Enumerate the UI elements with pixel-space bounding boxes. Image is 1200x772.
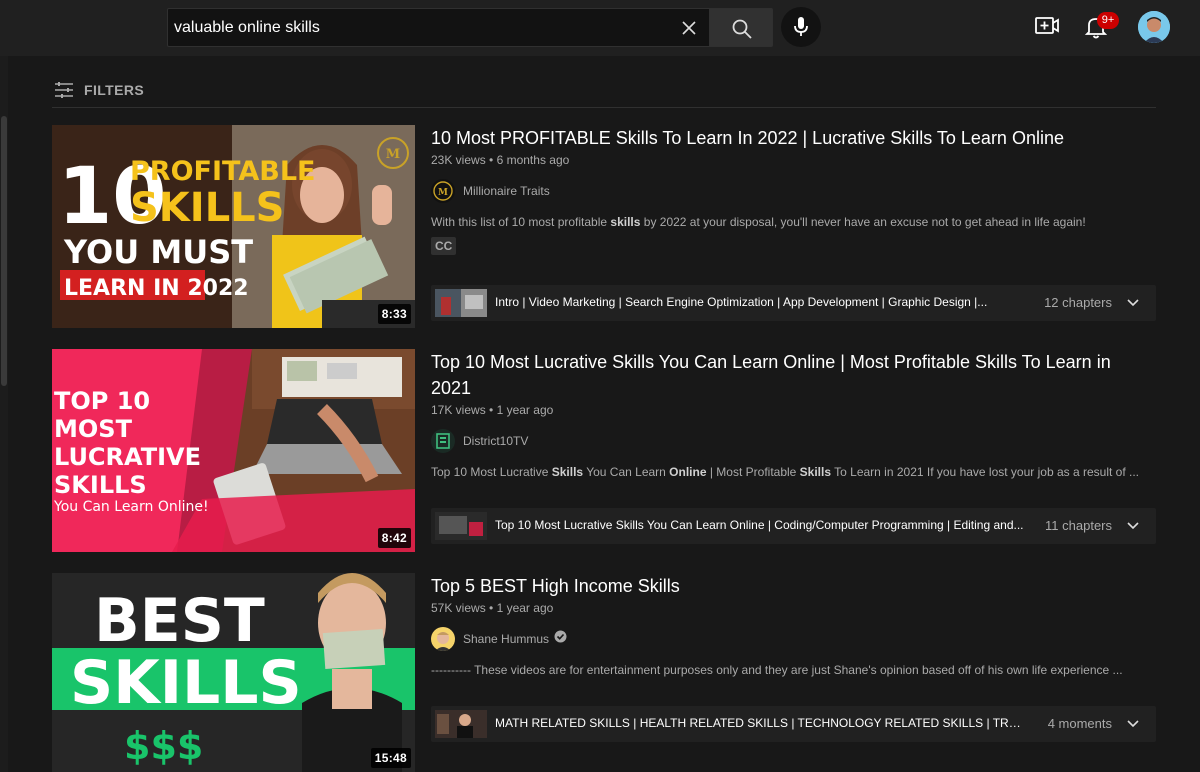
video-title[interactable]: Top 10 Most Lucrative Skills You Can Lea… (431, 349, 1111, 401)
channel-avatar[interactable] (431, 429, 455, 453)
video-info: Top 10 Most Lucrative Skills You Can Lea… (431, 349, 1156, 544)
thumbnail-text-line5: You Can Learn Online! (53, 499, 209, 515)
chevron-down-icon[interactable] (1126, 519, 1140, 538)
video-description: Top 10 Most Lucrative Skills You Can Lea… (431, 465, 1156, 479)
chapters-text: Top 10 Most Lucrative Skills You Can Lea… (495, 518, 1024, 532)
channel-name[interactable]: Millionaire Traits (463, 184, 550, 198)
create-video-icon[interactable] (1034, 15, 1060, 42)
chapters-count: 12 chapters (1044, 295, 1112, 310)
description-keyword: Online (669, 465, 707, 479)
description-keyword: skills (610, 215, 641, 229)
video-duration: 8:33 (377, 304, 411, 324)
description-text: Top 10 Most Lucrative (431, 465, 552, 479)
chapters-count: 11 chapters (1045, 518, 1112, 533)
description-text: | Most Profitable (706, 465, 800, 479)
view-count: 23K views (431, 153, 486, 167)
channel-avatar[interactable]: M (431, 179, 455, 203)
channel-name[interactable]: District10TV (463, 434, 528, 448)
video-title[interactable]: Top 5 BEST High Income Skills (431, 573, 1111, 599)
channel-avatar[interactable] (431, 627, 455, 651)
filters-label: FILTERS (84, 82, 145, 98)
thumbnail-text-line3: LUCRATIVE (54, 443, 201, 471)
video-result[interactable]: M 10 PROFITABLE SKILLS YOU MUST LEARN IN… (52, 125, 1156, 329)
thumbnail-text-line1: TOP 10 (54, 387, 150, 415)
filters-divider (52, 107, 1156, 108)
chapters-bar[interactable]: MATH RELATED SKILLS | HEALTH RELATED SKI… (431, 706, 1156, 742)
video-info: 10 Most PROFITABLE Skills To Learn In 20… (431, 125, 1156, 321)
thumbnail-text-line2: SKILLS (130, 185, 284, 231)
left-scrollbar-thumb[interactable] (1, 116, 7, 386)
description-keyword: Skills (799, 465, 832, 479)
chapters-text: MATH RELATED SKILLS | HEALTH RELATED SKI… (495, 716, 1025, 730)
video-meta: 23K views • 6 months ago (431, 153, 570, 167)
upload-age: 6 months ago (496, 153, 570, 167)
filters-button[interactable]: FILTERS (54, 79, 144, 101)
notification-count-badge: 9+ (1097, 12, 1119, 29)
chapter-thumbnail (435, 289, 487, 317)
description-text: ---------- These videos are for entertai… (431, 663, 1123, 677)
thumbnail-text-line1: BEST (94, 586, 265, 656)
search-box (167, 8, 710, 47)
voice-search-button[interactable] (781, 7, 821, 47)
left-scrollbar (0, 56, 8, 772)
channel-row[interactable]: District10TV (431, 429, 1156, 453)
description-text: by 2022 at your disposal, you'll never h… (640, 215, 1086, 229)
closed-captions-badge: CC (431, 237, 457, 255)
clear-search-icon[interactable] (679, 18, 699, 38)
channel-name[interactable]: Shane Hummus (463, 632, 549, 646)
video-thumbnail[interactable]: TOP 10 MOST LUCRATIVE SKILLS You Can Lea… (52, 349, 415, 552)
video-result[interactable]: TOP 10 MOST LUCRATIVE SKILLS You Can Lea… (52, 349, 1156, 553)
video-thumbnail[interactable]: BEST SKILLS $$$ 15:48 (52, 573, 415, 772)
chapter-thumbnail (435, 710, 487, 738)
upload-age: 1 year ago (496, 601, 554, 615)
video-title[interactable]: 10 Most PROFITABLE Skills To Learn In 20… (431, 125, 1111, 151)
thumbnail-text-line2: SKILLS (70, 648, 302, 718)
view-count: 17K views (431, 403, 486, 417)
chapters-count: 4 moments (1047, 716, 1112, 731)
filters-icon (55, 82, 73, 98)
chapters-bar[interactable]: Intro | Video Marketing | Search Engine … (431, 285, 1156, 321)
video-description: With this list of 10 most profitable ski… (431, 215, 1156, 229)
chapters-text: Intro | Video Marketing | Search Engine … (495, 295, 988, 309)
user-avatar[interactable] (1138, 11, 1170, 43)
thumbnail-text-line2: MOST (54, 415, 133, 443)
thumbnail-text-line1: PROFITABLE (130, 156, 315, 187)
chevron-down-icon[interactable] (1126, 717, 1140, 736)
description-text: To Learn in 2021 If you have lost your j… (831, 465, 1139, 479)
chapter-thumbnail (435, 512, 487, 540)
verified-check-icon (554, 630, 567, 648)
video-info: Top 5 BEST High Income Skills 57K views … (431, 573, 1156, 742)
thumbnail-text-line3: YOU MUST (63, 233, 253, 271)
channel-row[interactable]: Shane Hummus (431, 627, 1156, 651)
microphone-icon (794, 17, 808, 36)
svg-text:M: M (438, 188, 448, 198)
description-text: With this list of 10 most profitable (431, 215, 611, 229)
chevron-down-icon[interactable] (1126, 296, 1140, 315)
thumbnail-text-line3: $$$ (124, 724, 203, 768)
description-keyword: Skills (551, 465, 584, 479)
top-bar: 9+ (0, 0, 1200, 56)
view-count: 57K views (431, 601, 486, 615)
search-button[interactable] (709, 8, 773, 47)
upload-age: 1 year ago (496, 403, 554, 417)
thumbnail-text-line4: LEARN IN 2022 (64, 276, 249, 301)
video-result[interactable]: BEST SKILLS $$$ 15:48 Top 5 BEST High In… (52, 573, 1156, 772)
video-thumbnail[interactable]: M 10 PROFITABLE SKILLS YOU MUST LEARN IN… (52, 125, 415, 328)
search-icon (732, 19, 752, 39)
video-meta: 57K views • 1 year ago (431, 601, 554, 615)
video-duration: 8:42 (377, 528, 411, 548)
search-input[interactable] (174, 9, 664, 46)
chapters-bar[interactable]: Top 10 Most Lucrative Skills You Can Lea… (431, 508, 1156, 544)
description-text: You Can Learn (583, 465, 670, 479)
video-description: ---------- These videos are for entertai… (431, 663, 1156, 677)
video-meta: 17K views • 1 year ago (431, 403, 554, 417)
thumbnail-text-line4: SKILLS (54, 471, 147, 499)
video-duration: 15:48 (370, 748, 411, 768)
svg-text:M: M (386, 147, 400, 162)
channel-row[interactable]: M Millionaire Traits (431, 179, 1156, 203)
